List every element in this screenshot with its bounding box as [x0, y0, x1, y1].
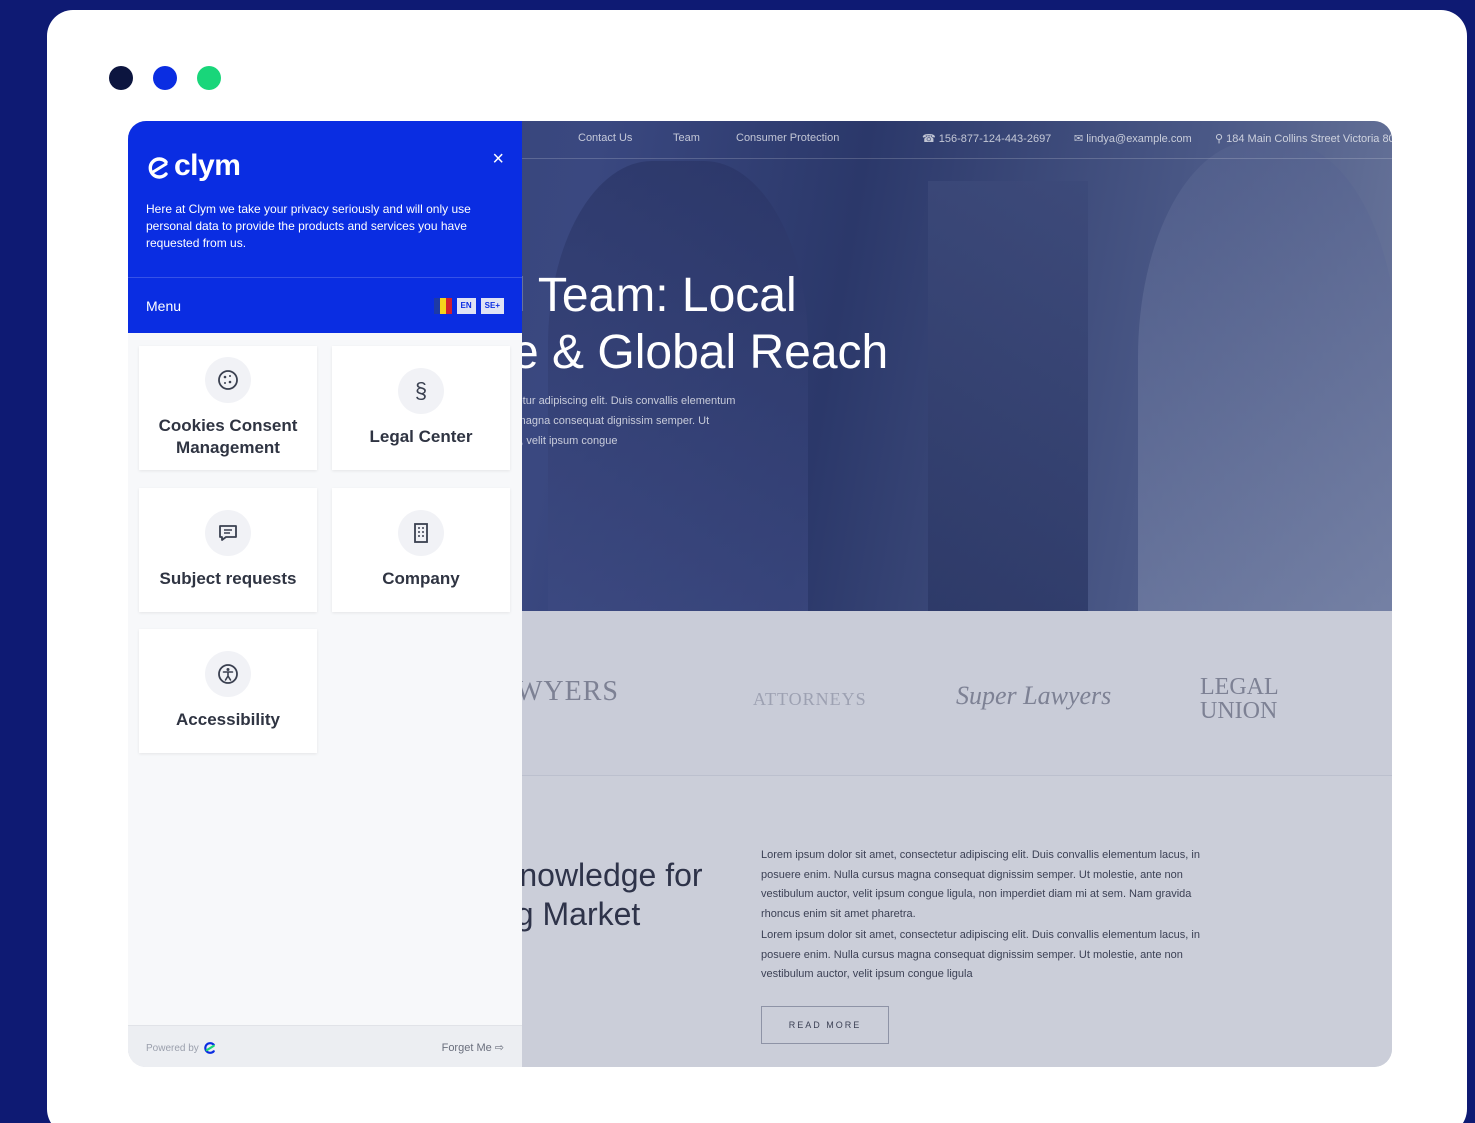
nav-consumer-protection[interactable]: Consumer Protection [736, 132, 839, 144]
accessibility-icon [205, 651, 251, 697]
panel-header: clym × Here at Clym we take your privacy… [128, 121, 522, 333]
panel-footer: Powered by Forget Me ⇨ [128, 1025, 522, 1067]
forget-me-link[interactable]: Forget Me ⇨ [442, 1041, 504, 1054]
logo-legal-union: LEGAL UNION [1200, 675, 1279, 723]
topbar-phone[interactable]: ☎ 156-877-124-443-2697 [922, 132, 1051, 145]
close-icon[interactable]: × [492, 149, 504, 169]
hero-figure-left [548, 161, 808, 611]
content-paragraph-1: Lorem ipsum dolor sit amet, consectetur … [761, 849, 1200, 920]
logo-lawyers: WYERS [516, 676, 619, 707]
tile-cookies-consent[interactable]: Cookies Consent Management [139, 346, 317, 470]
nav-team[interactable]: Team [673, 132, 700, 144]
clym-privacy-panel: clym × Here at Clym we take your privacy… [128, 121, 522, 1067]
window-dot-green[interactable] [197, 66, 221, 90]
hero-title: al Team: Local ce & Global Reach [488, 267, 1188, 381]
legal-union-line2: UNION [1200, 698, 1278, 724]
tile-accessibility[interactable]: Accessibility [139, 629, 317, 753]
window-dot-dark[interactable] [109, 66, 133, 90]
language-selector[interactable]: EN SE+ [433, 298, 504, 314]
chat-icon [205, 510, 251, 556]
hero-subtitle: ctetur adipiscing elit. Duis convallis e… [508, 391, 808, 451]
hero-sub-line3: tor, velit ipsum congue [508, 435, 618, 447]
tile-legal-center[interactable]: § Legal Center [332, 346, 510, 470]
logo-super-lawyers: Super Lawyers [956, 681, 1112, 710]
clym-brand-text: clym [174, 149, 241, 182]
tile-subject-label: Subject requests [159, 569, 297, 588]
read-more-button[interactable]: READ MORE [761, 1006, 889, 1044]
menu-label: Menu [146, 298, 182, 314]
building-icon [398, 510, 444, 556]
nav-contact[interactable]: Contact Us [578, 132, 632, 144]
tile-accessibility-label: Accessibility [176, 710, 280, 729]
hero-sub-line2: s magna consequat dignissim semper. Ut [508, 415, 710, 427]
window-dot-blue[interactable] [153, 66, 177, 90]
tile-company-label: Company [382, 569, 460, 588]
legal-union-line1: LEGAL [1200, 674, 1279, 700]
tile-cookies-label: Cookies Consent Management [158, 416, 298, 457]
clym-logo: clym [146, 149, 241, 183]
lang-other-button[interactable]: SE+ [480, 298, 504, 314]
tile-company[interactable]: Company [332, 488, 510, 612]
window-controls [109, 66, 221, 90]
clym-small-logo-icon[interactable] [203, 1041, 217, 1055]
hero-sub-line1: ctetur adipiscing elit. Duis convallis e… [508, 395, 736, 407]
powered-by-text: Powered by [146, 1042, 199, 1054]
email-text: lindya@example.com [1086, 133, 1192, 145]
phone-text: 156-877-124-443-2697 [938, 133, 1052, 145]
hero-title-line2: ce & Global Reach [488, 326, 889, 379]
section-icon: § [398, 368, 444, 414]
flag-ro-icon[interactable] [433, 298, 452, 314]
content-paragraph-2: Lorem ipsum dolor sit amet, consectetur … [761, 929, 1200, 980]
tile-legal-label: Legal Center [369, 427, 473, 446]
address-text: 184 Main Collins Street Victoria 8007 [1226, 133, 1392, 145]
topbar-email[interactable]: ✉ lindya@example.com [1074, 132, 1192, 145]
panel-intro-text: Here at Clym we take your privacy seriou… [146, 202, 471, 250]
hero-title-line1: al Team: Local [488, 269, 797, 322]
powered-by: Powered by [146, 1041, 217, 1055]
topbar-address[interactable]: ⚲ 184 Main Collins Street Victoria 8007 [1215, 132, 1392, 145]
hero-figure-center [928, 181, 1088, 611]
content-text: Lorem ipsum dolor sit amet, consectetur … [761, 846, 1231, 987]
clym-logo-icon [148, 157, 168, 179]
lang-en-button[interactable]: EN [456, 298, 476, 314]
tile-subject-requests[interactable]: Subject requests [139, 488, 317, 612]
menu-row: Menu EN SE+ [128, 277, 522, 333]
logo-attorneys: ATTORNEYS [753, 689, 867, 709]
cookie-icon [205, 357, 251, 403]
